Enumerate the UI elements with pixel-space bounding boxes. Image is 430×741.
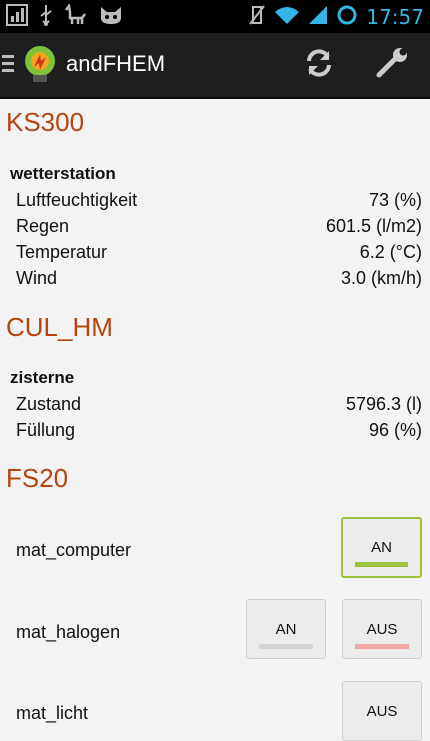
cat-icon (98, 4, 124, 30)
room-header-ks300: KS300 (6, 107, 85, 137)
device-name-wetterstation: wetterstation (10, 164, 116, 183)
mat-computer-on-button[interactable]: AN (341, 517, 422, 578)
reading-row[interactable]: Luftfeuchtigkeit 73 (%) (16, 190, 422, 211)
reading-row[interactable]: Wind 3.0 (km/h) (16, 268, 422, 289)
reading-label: Füllung (16, 420, 76, 440)
refresh-button[interactable] (297, 45, 341, 85)
reading-row[interactable]: Temperatur 6.2 (°C) (16, 242, 422, 263)
reading-value: 6.2 (°C) (359, 242, 422, 262)
on-indicator-bar (355, 562, 408, 567)
button-label: AUS (366, 702, 398, 720)
usb-icon (38, 4, 54, 30)
reading-value: 601.5 (l/m2) (325, 216, 422, 236)
mat-halogen-on-button[interactable]: AN (246, 599, 326, 659)
mat-licht-off-button[interactable]: AUS (342, 681, 422, 741)
llama-icon (64, 2, 88, 30)
settings-button[interactable] (371, 45, 415, 85)
reading-value: 5796.3 (l) (345, 394, 422, 414)
off-indicator-bar (355, 644, 409, 649)
room-header-cul-hm: CUL_HM (6, 312, 113, 342)
reading-label: Zustand (16, 394, 82, 414)
switch-name-mat-computer[interactable]: mat_computer (16, 540, 131, 561)
reading-row[interactable]: Füllung 96 (%) (16, 420, 422, 441)
status-bar: 17:57 (0, 0, 430, 33)
drawer-menu-icon[interactable] (2, 55, 14, 75)
action-bar: andFHEM (0, 33, 430, 99)
button-label: AN (275, 620, 297, 638)
signal-chart-icon (6, 4, 28, 30)
neutral-indicator-bar (259, 644, 313, 649)
reading-label: Wind (16, 268, 58, 288)
reading-value: 96 (%) (368, 420, 422, 440)
room-header-fs20: FS20 (6, 463, 69, 493)
reading-label: Temperatur (16, 242, 108, 262)
vibrate-off-icon (248, 4, 266, 30)
reading-row[interactable]: Regen 601.5 (l/m2) (16, 216, 422, 237)
mat-halogen-off-button[interactable]: AUS (342, 599, 422, 659)
refresh-icon (303, 47, 335, 83)
battery-ring-icon (336, 4, 358, 30)
reading-label: Luftfeuchtigkeit (16, 190, 138, 210)
button-label: AN (371, 539, 392, 556)
wrench-icon (375, 47, 411, 83)
switch-name-mat-halogen[interactable]: mat_halogen (16, 622, 120, 643)
reading-value: 73 (%) (368, 190, 422, 210)
reading-value: 3.0 (km/h) (340, 268, 422, 288)
reading-row[interactable]: Zustand 5796.3 (l) (16, 394, 422, 415)
cell-signal-icon (308, 4, 328, 30)
reading-label: Regen (16, 216, 70, 236)
device-name-zisterne: zisterne (10, 368, 75, 387)
wifi-icon (274, 4, 300, 30)
button-label: AUS (366, 620, 398, 638)
app-logo-icon[interactable] (22, 45, 58, 85)
clock: 17:57 (366, 5, 424, 29)
app-title: andFHEM (66, 51, 166, 76)
